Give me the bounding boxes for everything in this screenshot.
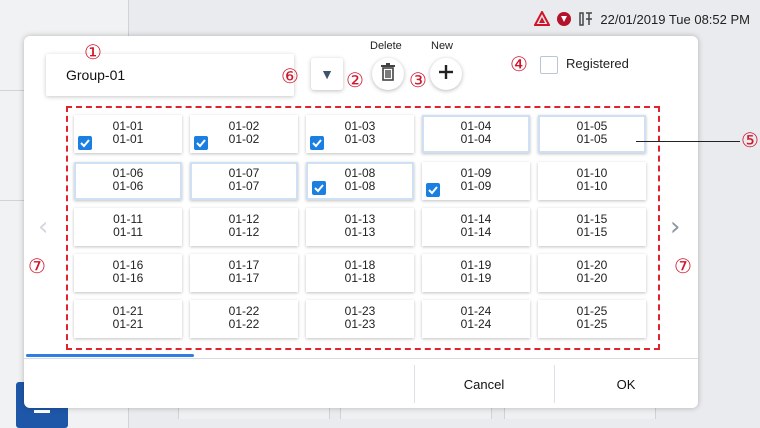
- cell-name: 01-22: [228, 317, 260, 331]
- chevron-left-icon[interactable]: ‹: [38, 212, 48, 242]
- delete-button[interactable]: [372, 58, 404, 90]
- shield-icon: [556, 11, 572, 27]
- checkmark-icon: [78, 136, 92, 150]
- cell-name: 01-23: [344, 317, 376, 331]
- grid-cell[interactable]: 01-24 01-24: [422, 300, 530, 338]
- cell-name: 01-07: [228, 179, 260, 193]
- cell-name: 01-17: [228, 271, 260, 285]
- cell-name: 01-20: [576, 271, 608, 285]
- cell-name: 01-05: [576, 132, 608, 146]
- cell-name: 01-19: [460, 271, 492, 285]
- grid-cell[interactable]: 01-12 01-12: [190, 208, 298, 246]
- checkmark-icon: [426, 183, 440, 197]
- dialog-footer: Cancel OK: [24, 358, 698, 409]
- tools-icon: [578, 11, 594, 27]
- page-progress-bar: [26, 354, 194, 357]
- registered-checkbox[interactable]: [540, 56, 558, 74]
- grid-cell[interactable]: 01-01 01-01: [74, 115, 182, 153]
- checkmark-icon: [312, 181, 326, 195]
- cell-name: 01-14: [460, 225, 492, 239]
- grid-cell[interactable]: 01-08 01-08: [306, 162, 414, 200]
- cell-name: 01-18: [344, 271, 376, 285]
- cell-name: 01-21: [112, 317, 144, 331]
- trash-icon: [380, 62, 396, 86]
- cell-name: 01-24: [460, 317, 492, 331]
- grid-cell[interactable]: 01-21 01-21: [74, 300, 182, 338]
- checkmark-icon: [310, 136, 324, 150]
- ok-button[interactable]: OK: [554, 359, 698, 409]
- grid-cell[interactable]: 01-19 01-19: [422, 254, 530, 292]
- grid-cell[interactable]: 01-22 01-22: [190, 300, 298, 338]
- grid-cell[interactable]: 01-02 01-02: [190, 115, 298, 153]
- delete-caption: Delete: [370, 40, 402, 52]
- grid-cell[interactable]: 01-18 01-18: [306, 254, 414, 292]
- marker-2: ②: [346, 68, 364, 92]
- grid-cell[interactable]: 01-03 01-03: [306, 115, 414, 153]
- marker-4: ④: [510, 52, 528, 76]
- cell-name: 01-15: [576, 225, 608, 239]
- group-edit-dialog: Group-01 ① ⑥ ▼ ② Delete ③ New ④ Register…: [24, 36, 698, 408]
- cell-name: 01-10: [576, 179, 608, 193]
- grid-cell[interactable]: 01-05 01-05: [538, 115, 646, 153]
- status-datetime: 22/01/2019 Tue 08:52 PM: [600, 11, 750, 27]
- marker-7-right: ⑦: [674, 254, 692, 278]
- grid-cell[interactable]: 01-15 01-15: [538, 208, 646, 246]
- grid-cell[interactable]: 01-07 01-07: [190, 162, 298, 200]
- group-dropdown-button[interactable]: ▼: [311, 58, 343, 90]
- cell-name: 01-13: [344, 225, 376, 239]
- new-caption: New: [431, 40, 454, 52]
- cell-name: 01-25: [576, 317, 608, 331]
- grid-cell[interactable]: 01-20 01-20: [538, 254, 646, 292]
- marker-1: ①: [84, 40, 102, 64]
- grid-cell[interactable]: 01-17 01-17: [190, 254, 298, 292]
- marker-7-left: ⑦: [28, 254, 46, 278]
- status-bar: 22/01/2019 Tue 08:52 PM: [533, 8, 750, 30]
- grid-cell[interactable]: 01-10 01-10: [538, 162, 646, 200]
- cell-name: 01-12: [228, 225, 260, 239]
- registered-label: Registered: [566, 56, 629, 71]
- marker-3: ③: [409, 68, 427, 92]
- cancel-button[interactable]: Cancel: [414, 359, 554, 409]
- cell-name: 01-11: [113, 225, 143, 239]
- grid-cell[interactable]: 01-11 01-11: [74, 208, 182, 246]
- grid-cell[interactable]: 01-16 01-16: [74, 254, 182, 292]
- grid-cell[interactable]: 01-25 01-25: [538, 300, 646, 338]
- grid-cell[interactable]: 01-13 01-13: [306, 208, 414, 246]
- grid-cell[interactable]: 01-23 01-23: [306, 300, 414, 338]
- cell-name: 01-06: [112, 179, 144, 193]
- grid-cell[interactable]: 01-04 01-04: [422, 115, 530, 153]
- grid-cell[interactable]: 01-06 01-06: [74, 162, 182, 200]
- callout-line: [636, 141, 740, 142]
- chevron-right-icon[interactable]: ›: [670, 212, 680, 242]
- new-button[interactable]: [430, 58, 462, 90]
- grid-cell[interactable]: 01-09 01-09: [422, 162, 530, 200]
- grid-cell[interactable]: 01-14 01-14: [422, 208, 530, 246]
- marker-6: ⑥: [281, 64, 299, 88]
- checkmark-icon: [194, 136, 208, 150]
- marker-5: ⑤: [741, 128, 759, 152]
- cell-name: 01-04: [460, 132, 492, 146]
- group-name-value: Group-01: [66, 67, 126, 83]
- triangle-down-icon: ▼: [320, 66, 334, 82]
- warning-triangle-icon: [533, 9, 552, 27]
- plus-icon: [438, 64, 454, 85]
- cell-name: 01-16: [112, 271, 144, 285]
